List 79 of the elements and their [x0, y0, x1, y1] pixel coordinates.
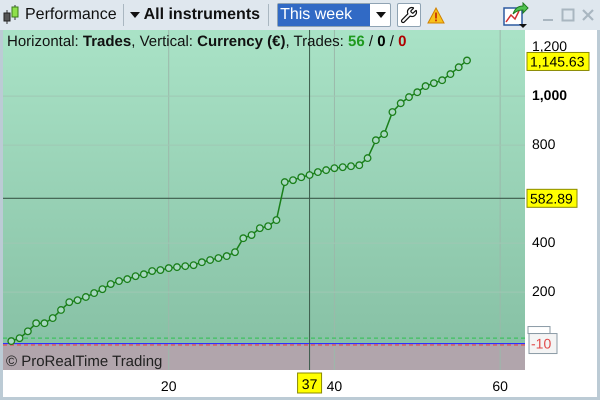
point [82, 293, 90, 301]
point [314, 168, 322, 176]
point [90, 289, 98, 298]
point [57, 306, 65, 314]
point [148, 267, 156, 275]
point [272, 216, 280, 224]
y-axis-label: 400 [532, 234, 556, 250]
x-axis-label: 40 [326, 378, 342, 394]
point [123, 275, 132, 284]
point [454, 63, 463, 72]
point [156, 266, 164, 274]
point [248, 231, 256, 239]
y-axis-label: 1,200 [532, 38, 568, 54]
point [40, 319, 48, 328]
point [140, 270, 148, 278]
x-axis-label: 20 [160, 378, 176, 394]
point [264, 222, 272, 230]
point [222, 252, 231, 260]
y-axis-label: 200 [532, 283, 556, 300]
point [338, 163, 347, 172]
point [405, 93, 413, 102]
point [438, 76, 446, 84]
baseline-badge: -10 [528, 333, 558, 354]
crosshair-value-badge: 582.89 [526, 188, 578, 208]
point [98, 285, 106, 294]
point [289, 176, 297, 184]
point [422, 82, 430, 90]
point [446, 70, 454, 78]
point [306, 171, 314, 179]
point [430, 79, 438, 88]
toolbar-title: Performance [25, 5, 117, 25]
point [297, 173, 306, 182]
point [355, 161, 364, 170]
point [164, 264, 173, 272]
point [214, 254, 222, 262]
last-value-badge: 1,145.63 [526, 52, 590, 71]
point [239, 234, 248, 242]
point [380, 130, 388, 138]
point [396, 99, 405, 108]
point [364, 154, 372, 162]
point [388, 108, 396, 116]
candlestick-icon [3, 4, 19, 26]
point [206, 256, 214, 264]
point [280, 178, 289, 186]
point [413, 88, 422, 96]
y-axis-label: 800 [532, 136, 556, 152]
point [115, 277, 123, 286]
settings-button[interactable] [397, 3, 422, 27]
y-axis-label: 1,000 [532, 87, 568, 104]
point [322, 166, 330, 174]
crosshair-index-badge: 37 [297, 372, 322, 394]
point [347, 162, 355, 170]
point [16, 334, 24, 342]
point [74, 296, 82, 304]
point [372, 136, 380, 144]
point [48, 314, 57, 322]
point [256, 224, 264, 232]
point [190, 261, 198, 270]
point [181, 262, 190, 270]
warning-icon[interactable] [427, 6, 446, 24]
point [463, 56, 471, 64]
chart-export-icon[interactable] [503, 2, 529, 28]
point [106, 280, 115, 288]
point [7, 337, 16, 346]
caret-icon [376, 12, 386, 18]
x-axis-label: 60 [492, 378, 508, 394]
point [198, 258, 206, 266]
point [24, 327, 32, 336]
point [231, 248, 239, 256]
badge-tab [528, 326, 550, 334]
point [32, 319, 40, 328]
point [132, 272, 140, 280]
point [173, 263, 181, 272]
period-select[interactable]: This week [277, 3, 392, 27]
copyright-text: © ProRealTime Trading [6, 353, 162, 370]
point [330, 164, 338, 172]
point [65, 298, 74, 306]
instrument-menu[interactable]: All instruments [130, 3, 260, 27]
caret-icon [130, 12, 140, 18]
